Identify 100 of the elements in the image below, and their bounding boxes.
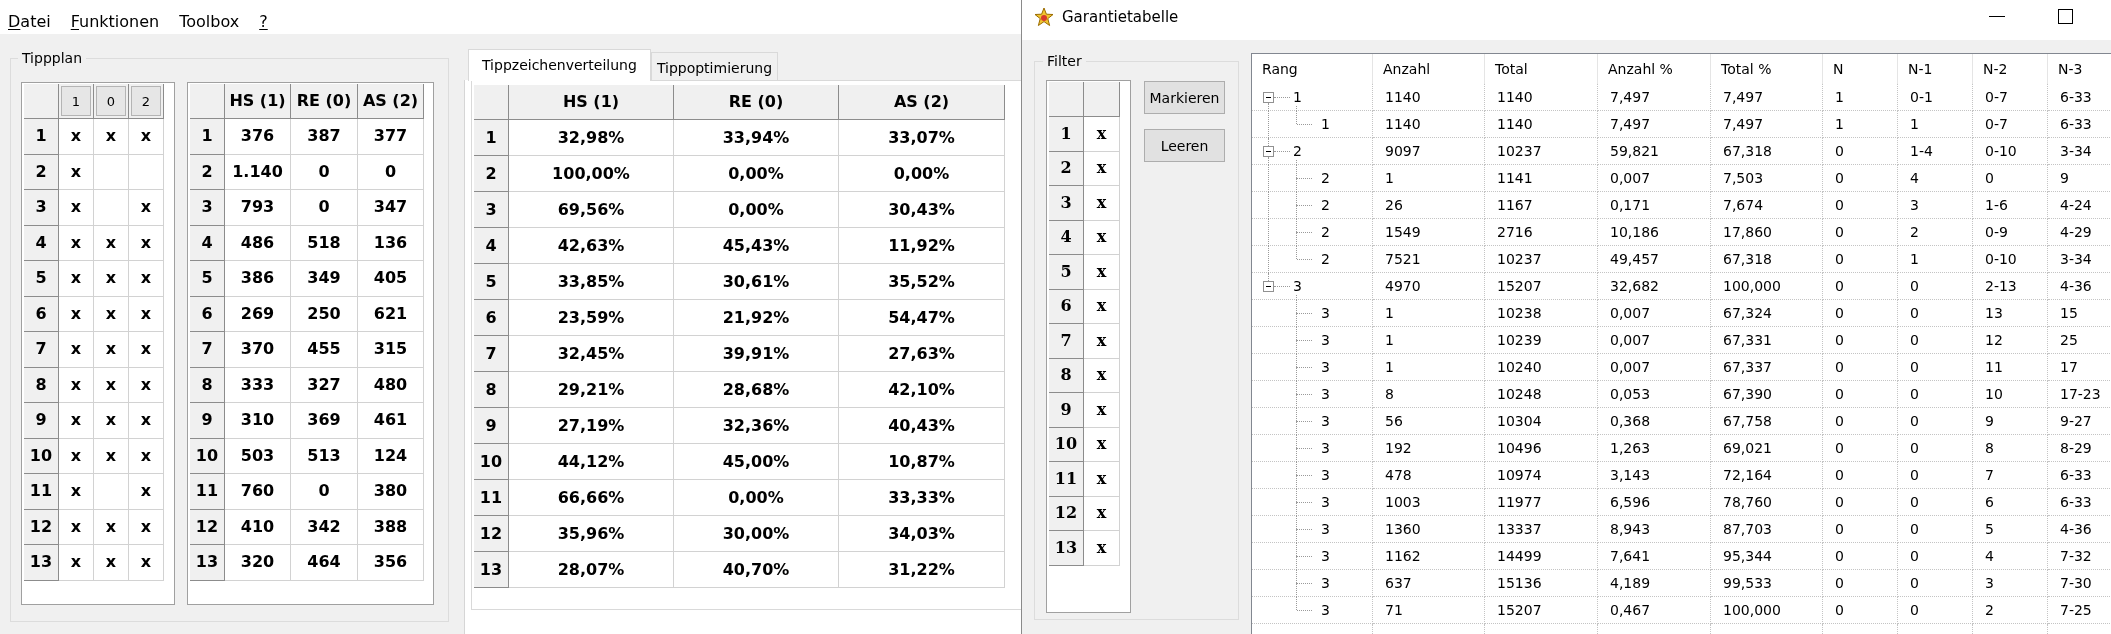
column-header[interactable]: N-3	[2048, 54, 2111, 84]
table-cell: 3,143	[1598, 462, 1711, 489]
column-header-button[interactable]: 1	[59, 84, 94, 119]
grid-cell: x	[59, 474, 94, 510]
action-button[interactable]: Markieren	[1144, 81, 1225, 114]
grid-cell: 0,00%	[674, 192, 839, 228]
row-header: 6	[474, 300, 509, 336]
grid-cell: 45,43%	[674, 228, 839, 264]
row-header: 7	[1049, 324, 1084, 359]
grid-cell: 513	[291, 438, 358, 474]
row-header: 9	[190, 403, 225, 439]
grid-cell: 31,22%	[839, 552, 1005, 588]
column-header: HS (1)	[225, 84, 291, 119]
star-icon	[1034, 7, 1054, 27]
grid-cell: 33,07%	[839, 120, 1005, 156]
menu-item[interactable]: Toolbox	[179, 11, 240, 31]
table-cell: 0-10	[1973, 138, 2048, 165]
column-header: HS (1)	[509, 85, 674, 120]
grid-cell: 30,43%	[839, 192, 1005, 228]
tree-item-label[interactable]: 3	[1293, 277, 1302, 295]
tree-item-label[interactable]: 2	[1321, 250, 1330, 268]
grid-cell: x	[59, 367, 94, 403]
tree-item-label[interactable]: 2	[1293, 142, 1302, 160]
grid-cell: 518	[291, 225, 358, 261]
table-cell: 2-13	[1973, 273, 2048, 300]
collapse-icon[interactable]	[1263, 145, 1274, 157]
column-header-button[interactable]: 0	[94, 84, 129, 119]
tree-item-label[interactable]: 3	[1321, 601, 1330, 619]
row-header: 5	[24, 261, 59, 297]
row-header: 4	[1049, 220, 1084, 255]
grid-cell: 10,87%	[839, 444, 1005, 480]
tree-item-label[interactable]: 3	[1321, 493, 1330, 511]
table-cell: 7,497	[1598, 111, 1711, 138]
grid-cell: 42,10%	[839, 372, 1005, 408]
table-cell: 4-29	[2048, 219, 2111, 246]
row-header: 2	[190, 154, 225, 190]
grid-cell: x	[94, 225, 129, 261]
grid-cell: x	[1084, 151, 1120, 186]
tree-item-label[interactable]: 3	[1321, 385, 1330, 403]
column-header[interactable]: Total	[1485, 54, 1598, 84]
action-button[interactable]: Leeren	[1144, 129, 1225, 162]
table-cell: 1	[1823, 111, 1898, 138]
table-cell: 17-23	[2048, 381, 2111, 408]
tree-item-label[interactable]: 3	[1321, 439, 1330, 457]
table-cell: 49,457	[1598, 246, 1711, 273]
collapse-icon[interactable]	[1263, 91, 1274, 103]
grid-cell: 0,00%	[674, 480, 839, 516]
tree-item-label[interactable]: 3	[1321, 412, 1330, 430]
tab[interactable]: Tippzeichenverteilung	[468, 49, 651, 81]
grid-cell: x	[59, 119, 94, 155]
tab[interactable]: Tippoptimierung	[650, 52, 779, 80]
column-header[interactable]: N-1	[1898, 54, 1973, 84]
collapse-icon[interactable]	[1263, 280, 1274, 292]
tree-item-label[interactable]: 3	[1321, 547, 1330, 565]
grid-cell: x	[1084, 186, 1120, 221]
column-header-button[interactable]: 2	[129, 84, 164, 119]
table-cell: 15136	[1485, 570, 1598, 597]
tree-item-label[interactable]: 3	[1321, 358, 1330, 376]
tree-item-label[interactable]: 1	[1293, 88, 1302, 106]
tree-item-label[interactable]: 2	[1321, 196, 1330, 214]
grid-cell: 315	[358, 332, 424, 368]
menu-item[interactable]: Datei	[8, 11, 51, 31]
table-cell: 0-10	[1973, 246, 2048, 273]
tree-item-label[interactable]: 3	[1321, 520, 1330, 538]
tree-item-label[interactable]: 2	[1321, 223, 1330, 241]
grid-cell: 29,21%	[509, 372, 674, 408]
grid-cell: 369	[291, 403, 358, 439]
row-header: 13	[1049, 531, 1084, 566]
column-header[interactable]: N-2	[1973, 54, 2048, 84]
tree-item-label[interactable]: 2	[1321, 169, 1330, 187]
row-header: 12	[1049, 496, 1084, 531]
column-header[interactable]: Anzahl	[1373, 54, 1485, 84]
menu-item[interactable]: ?	[259, 11, 268, 31]
table-cell: 5	[1973, 516, 2048, 543]
tree-item-label[interactable]: 3	[1321, 574, 1330, 592]
grid-cell: x	[94, 332, 129, 368]
grid-cell: x	[129, 261, 164, 297]
table-cell: 3	[1898, 192, 1973, 219]
column-header[interactable]: N	[1823, 54, 1898, 84]
tree-item-label[interactable]: 3	[1321, 304, 1330, 322]
row-header: 11	[474, 480, 509, 516]
column-header[interactable]: Rang	[1252, 54, 1373, 84]
column-header[interactable]: Total %	[1711, 54, 1823, 84]
table-cell: 0	[1823, 300, 1898, 327]
table-cell: 1141	[1485, 165, 1598, 192]
table-cell: 0	[1973, 165, 2048, 192]
tree-item-label[interactable]: 3	[1321, 331, 1330, 349]
row-header: 5	[1049, 255, 1084, 290]
grid-cell: x	[1084, 324, 1120, 359]
maximize-icon	[2058, 8, 2073, 24]
grid-cell: 388	[358, 509, 424, 545]
tree-item-label[interactable]: 3	[1321, 466, 1330, 484]
grid-cell: 405	[358, 261, 424, 297]
menu-item[interactable]: Funktionen	[70, 11, 160, 31]
grid-cell: x	[1084, 289, 1120, 324]
tree-item-label[interactable]: 1	[1321, 115, 1330, 133]
table-cell: 637	[1373, 570, 1485, 597]
column-header[interactable]: Anzahl %	[1598, 54, 1711, 84]
grid-cell: 0	[358, 154, 424, 190]
grid-cell: x	[59, 154, 94, 190]
